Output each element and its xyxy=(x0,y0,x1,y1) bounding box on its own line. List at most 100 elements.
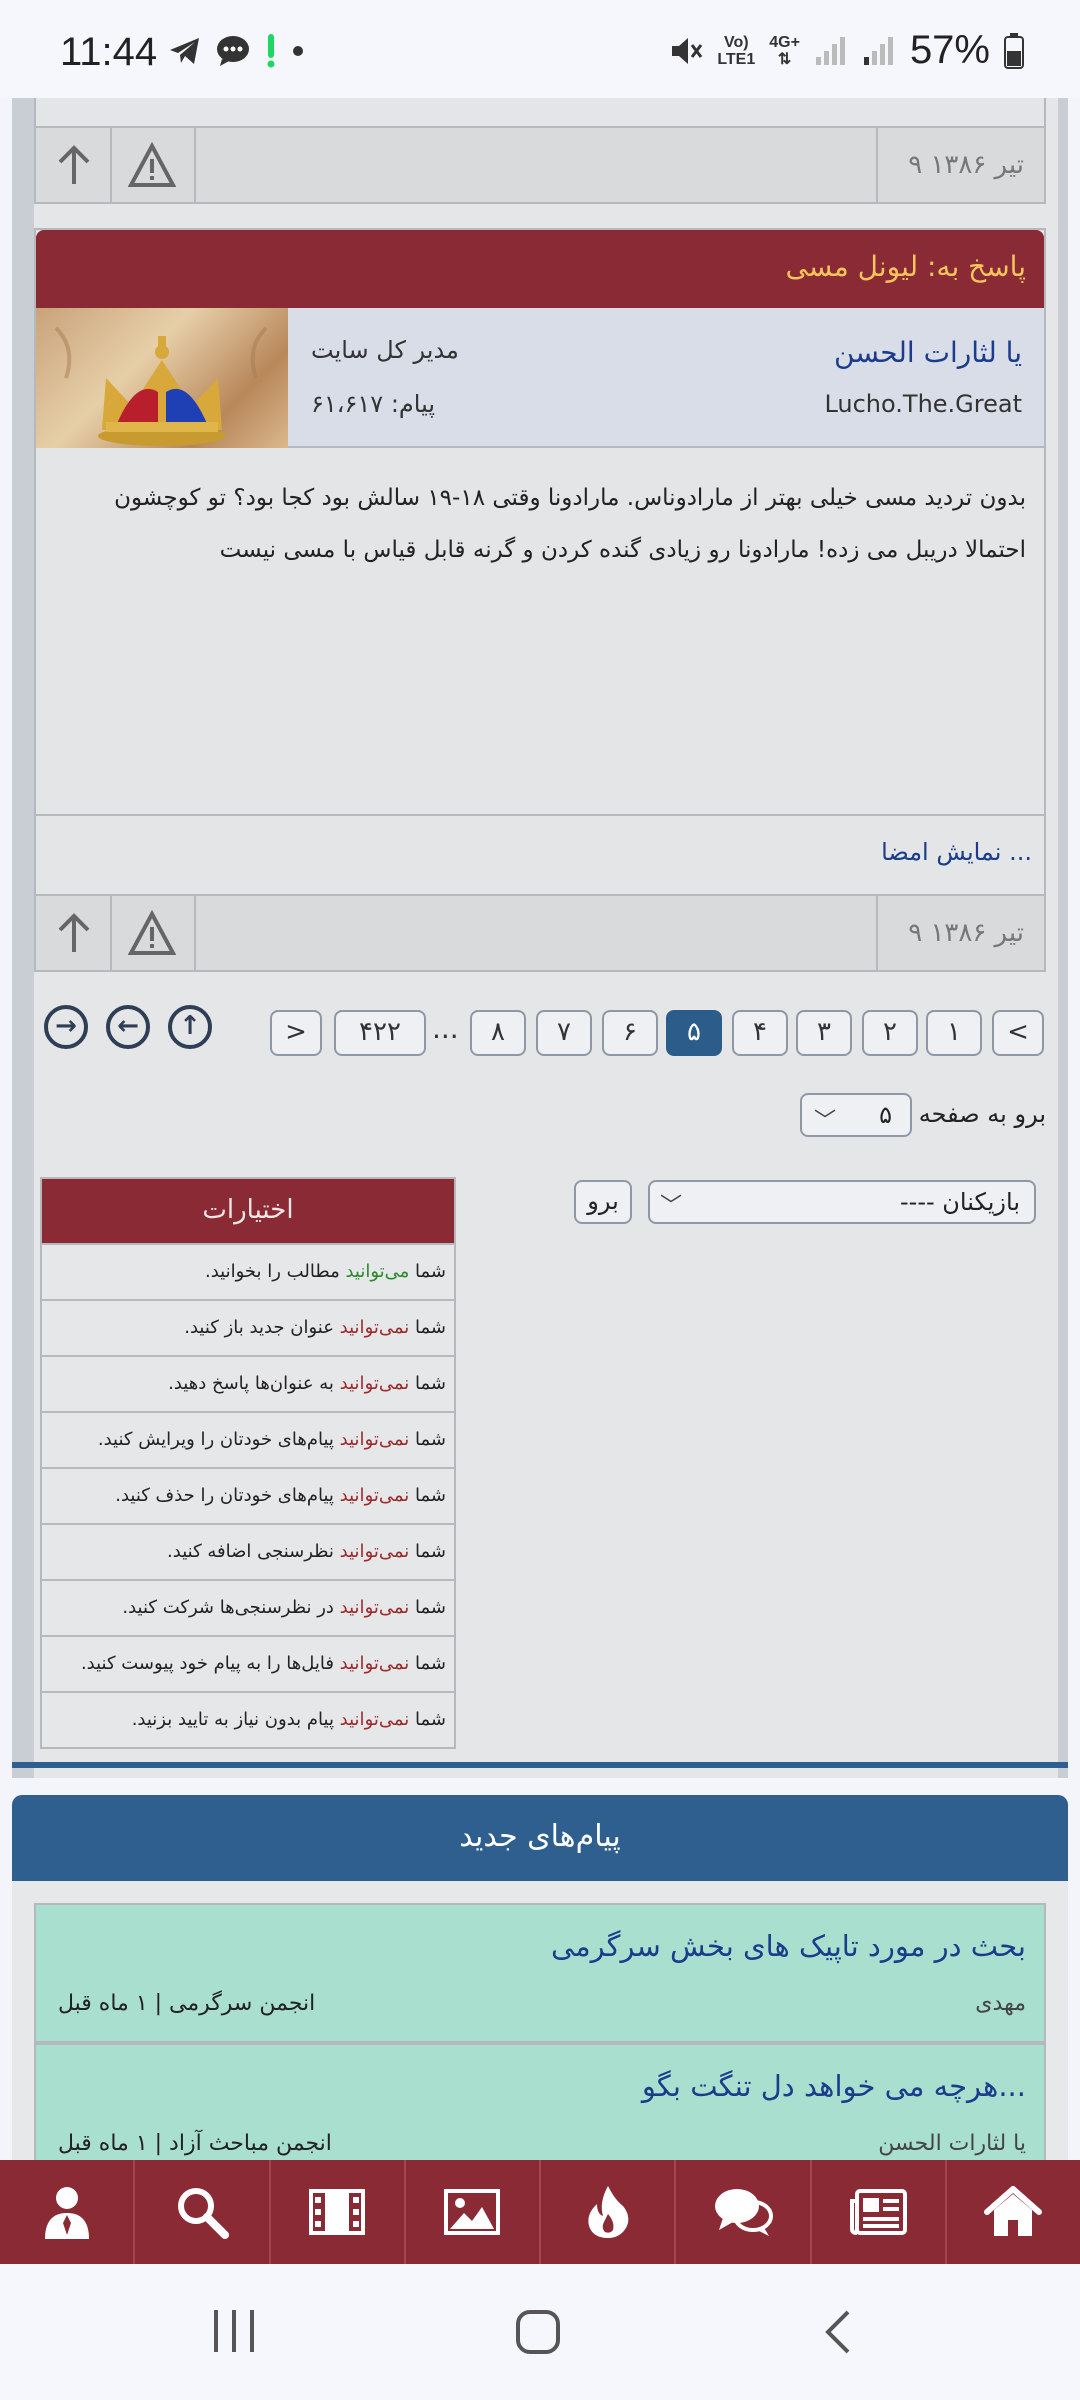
page-button-current[interactable]: ۵ xyxy=(666,1010,722,1056)
next-arrow-icon[interactable]: → xyxy=(44,1005,88,1049)
permission-row: شما نمی‌توانید پیام بدون نیاز به تایید ب… xyxy=(42,1691,454,1747)
back-button-icon[interactable] xyxy=(822,2308,852,2356)
chevron-down-icon: ﹀ xyxy=(660,1194,683,1219)
telegram-icon xyxy=(170,38,199,64)
permissions-box: اختیارات شما می‌توانید مطالب را بخوانید.… xyxy=(40,1177,456,1749)
nav-home[interactable] xyxy=(944,2160,1080,2264)
post-date: ۹ تیر ۱۳۸۶ xyxy=(908,918,1024,948)
nav-gallery[interactable] xyxy=(403,2160,539,2264)
post-footer: ۹ تیر ۱۳۸۶ xyxy=(34,894,1046,972)
forum-jump-button[interactable]: برو xyxy=(574,1180,632,1224)
nav-news[interactable] xyxy=(809,2160,945,2264)
status-time: 11:44 xyxy=(60,30,158,74)
page-button[interactable]: ۲ xyxy=(862,1010,918,1056)
panel-bottom-line xyxy=(12,1762,1068,1768)
bottom-nav xyxy=(0,2160,1080,2264)
new-post-item[interactable]: بحث در مورد تاپیک های بخش سرگرمی مهدی ان… xyxy=(34,1903,1046,2043)
permission-row: شما نمی‌توانید فایل‌ها را به پیام خود پی… xyxy=(42,1635,454,1691)
author-name[interactable]: یا لثارات الحسن xyxy=(834,336,1022,369)
dot-icon xyxy=(293,46,303,56)
page-button[interactable]: ۴ xyxy=(732,1010,788,1056)
alert-icon xyxy=(267,34,275,68)
news-icon xyxy=(850,2189,908,2235)
battery-percent: 57% xyxy=(909,28,990,72)
page-ellipsis: ... xyxy=(432,1012,459,1045)
recent-apps-icon[interactable] xyxy=(210,2308,258,2354)
chevron-down-icon: ﹀ xyxy=(814,1109,837,1134)
volte-label: Vo) LTE1 xyxy=(717,33,756,68)
permission-row: شما نمی‌توانید عنوان جدید باز کنید. xyxy=(42,1299,454,1355)
post-author: یا لثارات الحسن Lucho.The.Great مدیر کل … xyxy=(36,308,1044,448)
permission-row: شما نمی‌توانید پیام‌های خودتان را ویرایش… xyxy=(42,1411,454,1467)
page-button[interactable]: ۷ xyxy=(536,1010,592,1056)
permission-row: شما می‌توانید مطالب را بخوانید. xyxy=(42,1243,454,1299)
page-button[interactable]: ۶ xyxy=(602,1010,658,1056)
new-posts-list: بحث در مورد تاپیک های بخش سرگرمی مهدی ان… xyxy=(12,1881,1068,2183)
battery-icon xyxy=(1004,32,1024,69)
page-button[interactable]: ۸ xyxy=(470,1010,526,1056)
status-right: Vo) LTE1 4G+ ⇅ 57% xyxy=(669,28,1024,73)
goto-page-select[interactable]: ۵ ﹀ xyxy=(800,1093,912,1137)
page-last-button[interactable]: ۴۲۲ xyxy=(334,1010,426,1056)
post-date: ۹ تیر ۱۳۸۶ xyxy=(908,150,1024,180)
nav-video[interactable] xyxy=(268,2160,404,2264)
new-post-author: مهدی xyxy=(975,1991,1026,2016)
new-posts-header: پیام‌های جدید xyxy=(12,1795,1068,1881)
mute-icon xyxy=(672,37,703,64)
signal-icon xyxy=(815,36,845,65)
nav-profile[interactable] xyxy=(0,2160,133,2264)
post-body-line: احتمالا دریبل می زده! مارادونا رو زیادی … xyxy=(219,537,1026,563)
post-title: پاسخ به: لیونل مسی xyxy=(785,250,1026,283)
post-title-bar: پاسخ به: لیونل مسی xyxy=(36,230,1044,308)
author-avatar[interactable] xyxy=(36,308,288,448)
forum-post: پاسخ به: لیونل مسی یا لثارات الحسن Lucho… xyxy=(34,228,1046,896)
permission-row: شما نمی‌توانید در نظرسنجی‌ها شرکت کنید. xyxy=(42,1579,454,1635)
new-post-title[interactable]: بحث در مورد تاپیک های بخش سرگرمی xyxy=(551,1929,1026,1963)
post-body: بدون تردید مسی خیلی بهتر از مارادوناس. م… xyxy=(36,448,1044,816)
status-notifications xyxy=(168,34,304,68)
image-icon xyxy=(444,2189,501,2235)
new-post-title[interactable]: هرچه می خواهد دل تنگت بگو... xyxy=(642,2069,1026,2103)
fire-icon xyxy=(587,2186,628,2238)
status-bar: 11:44 Vo) LTE1 4G+ ⇅ 57% xyxy=(0,0,1080,98)
author-username: Lucho.The.Great xyxy=(824,390,1022,418)
permissions-title: اختیارات xyxy=(42,1179,454,1243)
prev-arrow-icon[interactable]: ← xyxy=(106,1005,150,1049)
new-post-author: یا لثارات الحسن xyxy=(878,2131,1026,2156)
chat-bubble-icon xyxy=(217,36,249,66)
author-role: مدیر کل سایت xyxy=(311,336,459,364)
scroll-top-icon[interactable] xyxy=(50,910,98,958)
permission-row: شما نمی‌توانید پیام‌های خودتان را حذف کن… xyxy=(42,1467,454,1523)
permission-row: شما نمی‌توانید نظرسنجی اضافه کنید. xyxy=(42,1523,454,1579)
signal-2-icon xyxy=(863,36,893,65)
nav-hot[interactable] xyxy=(539,2160,674,2264)
page-prev-button[interactable]: < xyxy=(992,1010,1044,1056)
new-posts-title: پیام‌های جدید xyxy=(459,1819,621,1854)
goto-page-label: برو به صفحه xyxy=(918,1100,1046,1128)
report-icon[interactable] xyxy=(128,142,176,190)
page-button[interactable]: ۳ xyxy=(796,1010,852,1056)
crown-icon xyxy=(54,326,268,446)
signature-row: نمایش امضا ... xyxy=(36,816,1044,894)
home-button-icon[interactable] xyxy=(514,2308,562,2356)
up-arrow-icon[interactable]: ↑ xyxy=(168,1005,212,1049)
user-icon xyxy=(44,2187,89,2239)
new-post-meta: انجمن سرگرمی | ۱ ماه قبل xyxy=(58,1991,316,2016)
forum-jump-select[interactable]: ---- بازیکنان ﹀ xyxy=(648,1180,1036,1224)
home-icon xyxy=(984,2186,1043,2236)
search-icon xyxy=(177,2188,229,2239)
new-post-meta: انجمن مباحث آزاد | ۱ ماه قبل xyxy=(58,2131,332,2156)
author-post-count: پیام: ۶۱،۶۱۷ xyxy=(311,390,436,418)
previous-post-footer: ۹ تیر ۱۳۸۶ xyxy=(34,126,1046,204)
page-next-button[interactable]: > xyxy=(270,1010,322,1056)
nav-chat[interactable] xyxy=(674,2160,809,2264)
system-nav-bar xyxy=(0,2264,1080,2400)
permission-row: شما نمی‌توانید به عنوان‌ها پاسخ دهید. xyxy=(42,1355,454,1411)
chat-icon xyxy=(714,2189,773,2236)
show-signature-link[interactable]: نمایش امضا ... xyxy=(881,838,1032,866)
report-icon[interactable] xyxy=(128,910,176,958)
nav-search[interactable] xyxy=(133,2160,268,2264)
post-body-line: بدون تردید مسی خیلی بهتر از مارادوناس. م… xyxy=(114,485,1026,511)
page-button[interactable]: ۱ xyxy=(926,1010,982,1056)
scroll-top-icon[interactable] xyxy=(50,142,98,190)
